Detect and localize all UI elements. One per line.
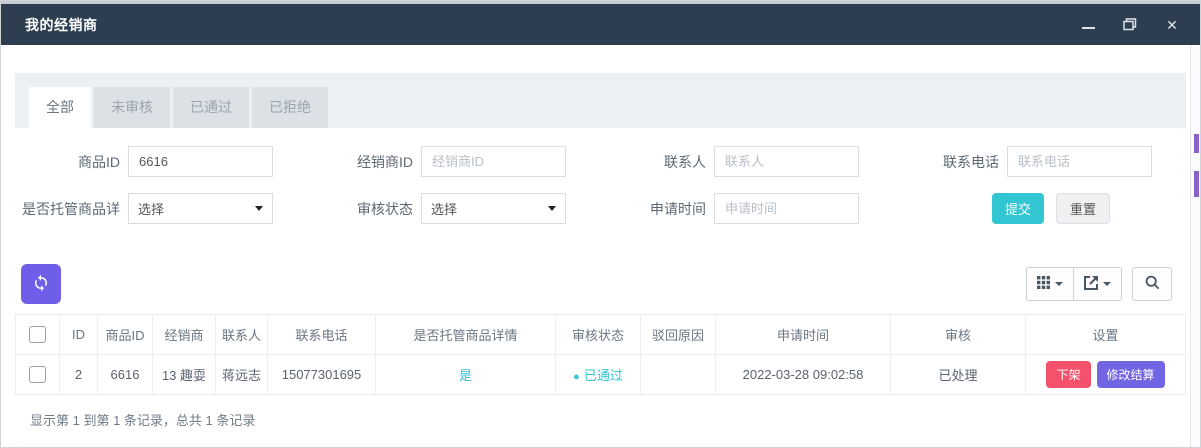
refresh-button[interactable] — [21, 264, 61, 304]
submit-button[interactable]: 提交 — [992, 193, 1044, 224]
apply-time-input[interactable] — [714, 193, 859, 224]
cell-id: 2 — [60, 355, 98, 395]
restore-icon[interactable] — [1122, 17, 1138, 33]
header-audit-status: 审核状态 — [556, 315, 641, 355]
cell-apply-time: 2022-03-28 09:02:58 — [716, 355, 891, 395]
titlebar: 我的经销商 ✕ — [1, 1, 1200, 45]
header-product-id: 商品ID — [98, 315, 153, 355]
filter-hosted-detail: 是否托管商品详 选择 — [16, 193, 309, 224]
apply-time-label: 申请时间 — [602, 199, 714, 219]
header-apply-time: 申请时间 — [716, 315, 891, 355]
dealer-panel: 全部 未审核 已通过 已拒绝 商品ID 经销商ID — [15, 73, 1186, 444]
filter-phone: 联系电话 — [895, 146, 1188, 177]
audit-status-select-value: 选择 — [431, 199, 457, 218]
status-badge: 已通过 — [584, 368, 623, 383]
tab-approved[interactable]: 已通过 — [173, 87, 249, 128]
header-settings: 设置 — [1026, 315, 1186, 355]
table-row: 2 6616 13 趣耍 蒋远志 15077301695 是 ● 已通过 2022… — [16, 355, 1186, 395]
scrollbar-annotation-mark — [1194, 134, 1199, 153]
window-title: 我的经销商 — [25, 15, 98, 35]
hosted-detail-label: 是否托管商品详 — [16, 199, 128, 219]
minimize-icon[interactable] — [1080, 17, 1096, 33]
cell-dealer: 13 趣耍 — [153, 355, 216, 395]
close-icon[interactable]: ✕ — [1164, 17, 1180, 33]
chevron-down-icon — [1055, 282, 1063, 286]
tab-all[interactable]: 全部 — [29, 87, 91, 128]
header-id: ID — [60, 315, 98, 355]
take-down-button[interactable]: 下架 — [1046, 361, 1090, 388]
app-window: 我的经销商 ✕ 全部 未审核 已通过 已拒绝 — [0, 0, 1201, 448]
filter-dealer-id: 经销商ID — [309, 146, 602, 177]
table-toolbar — [15, 240, 1186, 312]
cell-review: 已处理 — [891, 355, 1026, 395]
toolbar-right — [1026, 267, 1172, 301]
export-icon — [1084, 276, 1098, 293]
search-icon — [1145, 275, 1160, 293]
contact-input[interactable] — [714, 146, 859, 177]
audit-status-label: 审核状态 — [309, 199, 421, 219]
phone-label: 联系电话 — [895, 152, 1007, 172]
header-hosted-detail: 是否托管商品详情 — [376, 315, 556, 355]
cell-hosted-detail: 是 — [376, 355, 556, 395]
filter-audit-status: 审核状态 选择 — [309, 193, 602, 224]
filter-actions: 提交 重置 — [992, 193, 1110, 224]
filter-apply-time: 申请时间 — [602, 193, 895, 224]
columns-dropdown-button[interactable] — [1026, 267, 1074, 301]
header-contact: 联系人 — [216, 315, 268, 355]
header-reject-reason: 驳回原因 — [641, 315, 716, 355]
scrollbar-annotation-mark — [1194, 171, 1199, 197]
product-id-label: 商品ID — [16, 152, 128, 172]
filter-contact: 联系人 — [602, 146, 895, 177]
window-content: 全部 未审核 已通过 已拒绝 商品ID 经销商ID — [1, 45, 1200, 444]
search-button[interactable] — [1132, 267, 1172, 301]
reset-button[interactable]: 重置 — [1056, 193, 1110, 224]
modify-settlement-button[interactable]: 修改结算 — [1097, 361, 1165, 388]
hosted-detail-select[interactable]: 选择 — [128, 193, 273, 224]
cell-settings: 下架修改结算 — [1026, 355, 1186, 395]
pagination-summary: 显示第 1 到第 1 条记录，总共 1 条记录 — [15, 395, 1186, 444]
filter-product-id: 商品ID — [16, 146, 309, 177]
vertical-scrollbar[interactable] — [1190, 45, 1200, 447]
cell-phone: 15077301695 — [268, 355, 376, 395]
status-dot-icon: ● — [573, 371, 580, 383]
hosted-detail-select-value: 选择 — [138, 199, 164, 218]
cell-reject-reason — [641, 355, 716, 395]
header-dealer: 经销商 — [153, 315, 216, 355]
dealer-id-input[interactable] — [421, 146, 566, 177]
cell-product-id: 6616 — [98, 355, 153, 395]
cell-contact: 蒋远志 — [216, 355, 268, 395]
select-all-checkbox[interactable] — [29, 326, 46, 343]
panel-body: 商品ID 经销商ID 联系人 联系电话 — [15, 128, 1186, 444]
table-header-row: ID 商品ID 经销商 联系人 联系电话 是否托管商品详情 审核状态 驳回原因 … — [16, 315, 1186, 355]
chevron-down-icon — [1103, 282, 1111, 286]
filter-row-1: 商品ID 经销商ID 联系人 联系电话 — [16, 146, 1186, 177]
product-id-input[interactable] — [128, 146, 273, 177]
refresh-icon — [32, 274, 50, 295]
contact-label: 联系人 — [602, 152, 714, 172]
columns-grid-icon — [1037, 276, 1050, 292]
chevron-down-icon — [548, 206, 556, 211]
tab-unreviewed[interactable]: 未审核 — [94, 87, 170, 128]
chevron-down-icon — [255, 206, 263, 211]
window-controls: ✕ — [1080, 17, 1180, 33]
row-checkbox[interactable] — [29, 366, 46, 383]
header-phone: 联系电话 — [268, 315, 376, 355]
audit-status-select[interactable]: 选择 — [421, 193, 566, 224]
header-review: 审核 — [891, 315, 1026, 355]
export-dropdown-button[interactable] — [1074, 267, 1122, 301]
tab-rejected[interactable]: 已拒绝 — [252, 87, 328, 128]
cell-audit-status: ● 已通过 — [556, 355, 641, 395]
tab-strip: 全部 未审核 已通过 已拒绝 — [15, 73, 1186, 128]
header-select-all — [16, 315, 60, 355]
phone-input[interactable] — [1007, 146, 1152, 177]
filter-row-2: 是否托管商品详 选择 审核状态 选择 申请时 — [16, 193, 1186, 224]
toolbar-button-group — [1026, 267, 1122, 301]
cell-select — [16, 355, 60, 395]
dealer-table: ID 商品ID 经销商 联系人 联系电话 是否托管商品详情 审核状态 驳回原因 … — [15, 314, 1186, 395]
dealer-id-label: 经销商ID — [309, 152, 421, 172]
